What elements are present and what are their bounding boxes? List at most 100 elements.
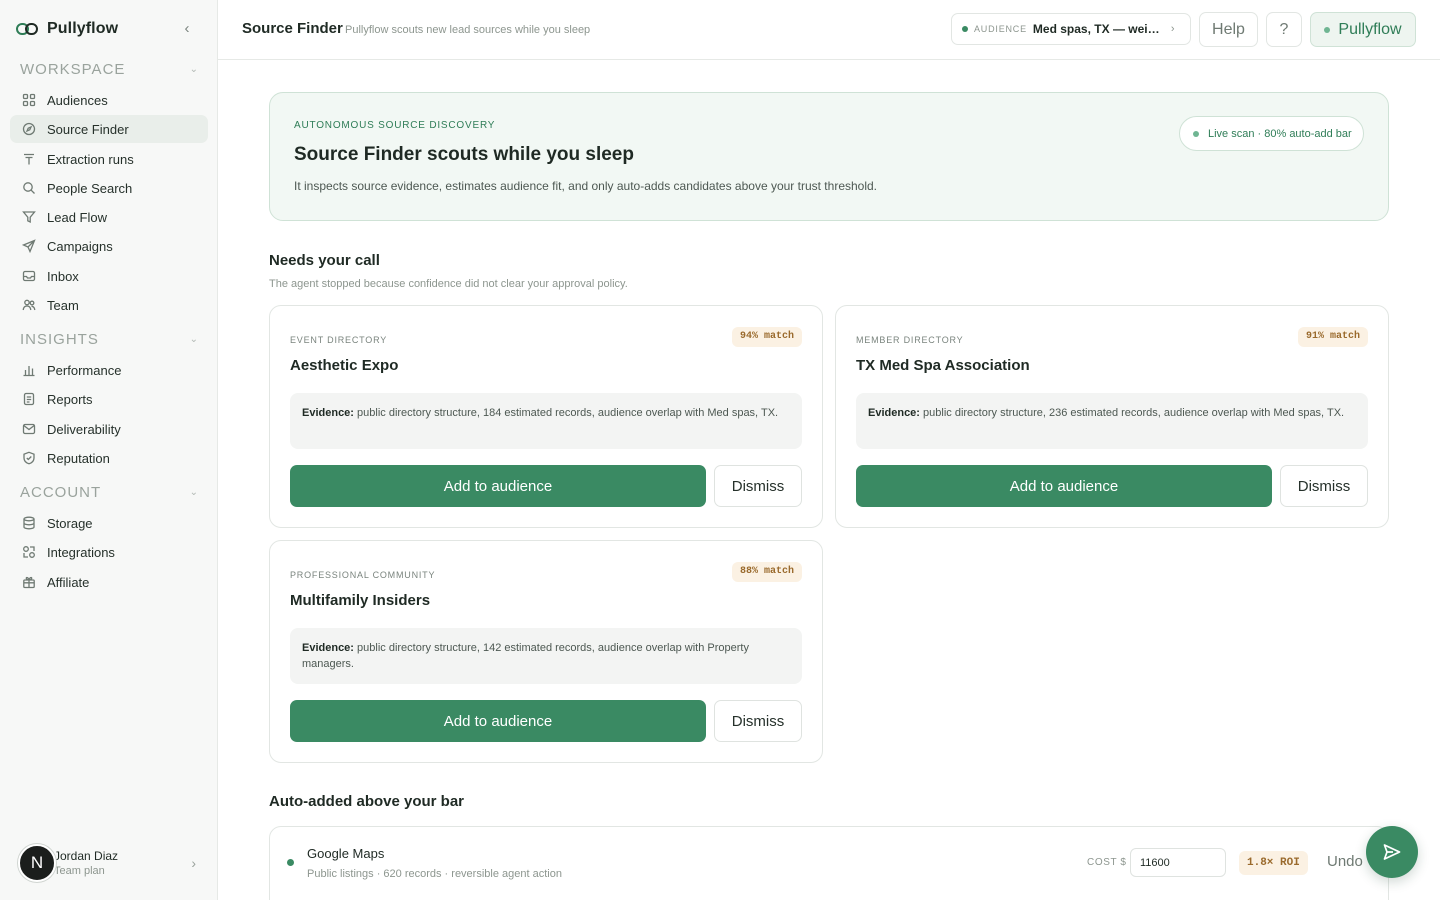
collapse-sidebar-button[interactable]: ‹ [177, 19, 197, 39]
sidebar-item-label: Integrations [47, 544, 115, 560]
auto-added-row: Google Maps Public listings · 620 record… [269, 826, 1389, 900]
section-account[interactable]: ACCOUNT ⌄ [20, 482, 200, 502]
sidebar-item-campaigns[interactable]: Campaigns [10, 232, 208, 260]
auto-source-meta: Public listings · 620 records · reversib… [307, 868, 562, 880]
send-icon [22, 239, 36, 253]
shield-icon [22, 451, 36, 465]
add-to-audience-button[interactable]: Add to audience [290, 700, 706, 742]
user-meta: Jordan Diaz Team plan [54, 849, 118, 877]
match-badge: 91% match [1297, 327, 1368, 347]
sidebar-item-reports[interactable]: Reports [10, 385, 208, 413]
sidebar: Pullyflow ‹ WORKSPACE ⌄ Audiences Source… [0, 0, 218, 900]
workspace-button[interactable]: Pullyflow [1310, 12, 1416, 47]
gift-icon [22, 575, 36, 589]
sidebar-item-deliverability[interactable]: Deliverability [10, 415, 208, 443]
sidebar-item-reputation[interactable]: Reputation [10, 444, 208, 472]
source-card: EVENT DIRECTORY 94% match Aesthetic Expo… [269, 305, 823, 528]
section-workspace[interactable]: WORKSPACE ⌄ [20, 59, 200, 79]
send-fab-button[interactable] [1366, 826, 1418, 878]
undo-button[interactable]: Undo [1327, 853, 1363, 870]
page-title: Source Finder [242, 20, 343, 37]
main-content: AUTONOMOUS SOURCE DISCOVERY Source Finde… [218, 60, 1440, 900]
audience-selector[interactable]: AUDIENCE Med spas, TX — weighted › [951, 13, 1191, 45]
sidebar-item-extraction-runs[interactable]: Extraction runs [10, 145, 208, 173]
sidebar-item-label: Campaigns [47, 238, 113, 254]
sidebar-item-label: Audiences [47, 92, 108, 108]
source-kind: PROFESSIONAL COMMUNITY [290, 570, 436, 580]
dismiss-button[interactable]: Dismiss [714, 465, 802, 507]
add-to-audience-button[interactable]: Add to audience [856, 465, 1272, 507]
chevron-down-icon: ⌄ [189, 63, 198, 75]
section-title: WORKSPACE [20, 60, 126, 78]
evidence-box: Evidence: public directory structure, 18… [290, 393, 802, 449]
sidebar-item-integrations[interactable]: Integrations [10, 538, 208, 566]
source-card: MEMBER DIRECTORY 91% match TX Med Spa As… [835, 305, 1389, 528]
workspace-label: Pullyflow [1338, 20, 1402, 38]
add-to-audience-button[interactable]: Add to audience [290, 465, 706, 507]
needs-call-title: Needs your call [269, 252, 380, 269]
source-kind: MEMBER DIRECTORY [856, 335, 964, 345]
section-title: INSIGHTS [20, 330, 99, 348]
sidebar-item-label: Inbox [47, 268, 79, 284]
audience-value: Med spas, TX — weighted [1032, 22, 1165, 36]
evidence-text: public directory structure, 184 estimate… [357, 407, 779, 419]
chevron-right-icon: › [191, 855, 196, 871]
sidebar-item-people-search[interactable]: People Search [10, 174, 208, 202]
chevron-down-icon: ⌄ [189, 486, 198, 498]
brand-logo-icon [16, 23, 38, 35]
integrations-icon [22, 545, 36, 559]
database-icon [22, 516, 36, 530]
evidence-label: Evidence: [868, 407, 920, 419]
needs-call-subtitle: The agent stopped because confidence did… [269, 278, 628, 290]
sidebar-item-audiences[interactable]: Audiences [10, 86, 208, 114]
sidebar-item-label: Deliverability [47, 421, 121, 437]
sidebar-item-inbox[interactable]: Inbox [10, 262, 208, 290]
sidebar-item-lead-flow[interactable]: Lead Flow [10, 203, 208, 231]
sidebar-item-source-finder[interactable]: Source Finder [10, 115, 208, 143]
inbox-icon [22, 269, 36, 283]
sidebar-item-label: Storage [47, 515, 93, 531]
evidence-text: public directory structure, 236 estimate… [923, 407, 1345, 419]
user-name: Jordan Diaz [54, 849, 119, 863]
brand[interactable]: Pullyflow [16, 18, 118, 40]
dismiss-button[interactable]: Dismiss [714, 700, 802, 742]
roi-badge: 1.8× ROI [1239, 851, 1308, 875]
match-badge: 88% match [731, 562, 802, 582]
cost-label: COST $ [1087, 857, 1127, 868]
cost-input[interactable] [1130, 848, 1226, 877]
source-name: Multifamily Insiders [290, 592, 431, 609]
auto-added-title: Auto-added above your bar [269, 793, 465, 810]
sidebar-item-label: Performance [47, 362, 122, 378]
sidebar-item-team[interactable]: Team [10, 291, 208, 319]
sidebar-item-label: Affiliate [47, 574, 90, 590]
status-dot [962, 26, 968, 32]
brand-name: Pullyflow [47, 20, 119, 37]
top-bar: Source Finder Pullyflow scouts new lead … [218, 0, 1440, 60]
sidebar-item-storage[interactable]: Storage [10, 509, 208, 537]
source-name: TX Med Spa Association [856, 357, 1030, 374]
section-insights[interactable]: INSIGHTS ⌄ [20, 329, 200, 349]
sidebar-item-affiliate[interactable]: Affiliate [10, 568, 208, 596]
filter-icon [22, 210, 36, 224]
audience-key: AUDIENCE [974, 24, 1027, 34]
status-dot [1193, 130, 1199, 137]
source-kind: EVENT DIRECTORY [290, 335, 388, 345]
live-scan-label: Live scan · 80% auto-add bar [1208, 127, 1352, 140]
user-plan: Team plan [54, 865, 105, 877]
help-button[interactable]: Help [1199, 12, 1258, 47]
sidebar-item-performance[interactable]: Performance [10, 356, 208, 384]
section-title: ACCOUNT [20, 483, 102, 501]
page-subtitle: Pullyflow scouts new lead sources while … [345, 24, 591, 36]
mail-icon [22, 422, 36, 436]
evidence-box: Evidence: public directory structure, 14… [290, 628, 802, 684]
chevron-right-icon: › [1170, 23, 1175, 35]
user-menu[interactable]: N Jordan Diaz Team plan › [18, 844, 208, 882]
source-card: PROFESSIONAL COMMUNITY 88% match Multifa… [269, 540, 823, 763]
sidebar-item-label: Source Finder [47, 121, 129, 137]
sidebar-item-label: People Search [47, 180, 133, 196]
question-button[interactable]: ? [1266, 12, 1302, 47]
evidence-text: public directory structure, 142 estimate… [302, 642, 749, 670]
dismiss-button[interactable]: Dismiss [1280, 465, 1368, 507]
sidebar-item-label: Extraction runs [47, 151, 134, 167]
status-dot [1324, 26, 1331, 33]
